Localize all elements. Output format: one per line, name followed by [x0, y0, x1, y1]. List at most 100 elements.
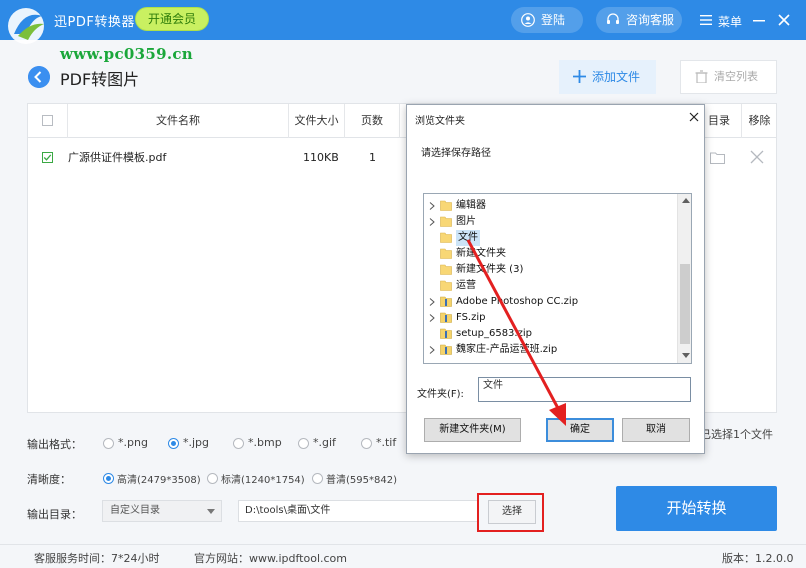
highlight-box [477, 493, 544, 532]
format-radio-tif[interactable] [361, 438, 372, 449]
new-folder-button[interactable]: 新建文件夹(M) [424, 418, 521, 442]
plus-icon [573, 70, 586, 83]
open-folder-icon[interactable] [710, 151, 725, 164]
select-all-checkbox[interactable] [42, 115, 53, 126]
output-dir-select[interactable]: 自定义目录 [102, 500, 222, 522]
row-checkbox[interactable] [42, 152, 53, 163]
zip-folder-icon [440, 296, 452, 307]
format-radio-bmp[interactable] [233, 438, 244, 449]
scroll-thumb[interactable] [680, 264, 690, 344]
tree-scrollbar[interactable] [677, 194, 691, 363]
title-bar: 迅PDF转换器 开通会员 登陆 咨询客服 菜单 [0, 0, 806, 44]
header-size: 文件大小 [289, 104, 345, 138]
tree-item[interactable]: 图片 [424, 214, 676, 230]
output-path-field[interactable]: D:\tools\桌面\文件 [238, 500, 479, 522]
watermark: www.pc0359.cn [60, 45, 193, 63]
app-name: 迅PDF转换器 [54, 15, 135, 30]
tree-item-label: 图片 [456, 216, 476, 227]
trash-icon [695, 70, 708, 83]
tree-item[interactable]: setup_6583.zip [424, 326, 676, 342]
tree-item-label: 运营 [456, 280, 476, 291]
clarity-radio-high[interactable] [103, 473, 114, 484]
row-page-count: 1 [369, 151, 376, 164]
headset-icon [607, 13, 619, 24]
format-option-jpg[interactable]: *.jpg [183, 436, 209, 449]
chevron-right-icon[interactable] [429, 346, 435, 354]
format-option-bmp[interactable]: *.bmp [248, 436, 282, 449]
menu-button[interactable]: 菜单 [700, 13, 742, 30]
format-option-gif[interactable]: *.gif [313, 436, 336, 449]
scroll-down-icon[interactable] [682, 353, 690, 358]
add-file-button[interactable]: 添加文件 [559, 60, 656, 94]
clear-list-button[interactable]: 清空列表 [680, 60, 777, 94]
dialog-close-icon[interactable] [687, 110, 701, 124]
start-convert-button[interactable]: 开始转换 [616, 486, 777, 531]
user-icon [521, 13, 535, 27]
footer: 客服服务时间：7*24小时 官方网站：www.ipdftool.com 版本：1… [0, 544, 806, 568]
header-pages: 页数 [345, 104, 400, 138]
output-dir-mode: 自定义目录 [110, 505, 160, 516]
scroll-up-icon[interactable] [682, 198, 690, 203]
output-dir-label: 输出目录： [27, 508, 82, 521]
format-radio-png[interactable] [103, 438, 114, 449]
row-file-size: 110KB [303, 151, 339, 164]
close-icon[interactable] [775, 11, 793, 29]
ok-button[interactable]: 确定 [546, 418, 614, 442]
row-file-name: 广源供证件模板.pdf [68, 151, 167, 164]
chevron-right-icon[interactable] [429, 298, 435, 306]
tree-item[interactable]: Adobe Photoshop CC.zip [424, 294, 676, 310]
tree-item[interactable]: 新建文件夹 [424, 246, 676, 262]
clarity-option-standard[interactable]: 标清(1240*1754) [221, 471, 305, 486]
chevron-right-icon[interactable] [429, 202, 435, 210]
clarity-radio-normal[interactable] [312, 473, 323, 484]
cancel-button[interactable]: 取消 [622, 418, 690, 442]
app-window: 迅PDF转换器 开通会员 登陆 咨询客服 菜单 www.pc0359.cn PD… [0, 0, 806, 568]
folder-field-label: 文件夹(F): [417, 389, 464, 400]
header-dir: 目录 [708, 114, 730, 127]
selected-count: 已选择1个文件 [700, 428, 773, 441]
footer-version: 版本：1.2.0.0 [722, 552, 794, 565]
clarity-option-normal[interactable]: 普清(595*842) [326, 471, 397, 486]
chevron-right-icon[interactable] [429, 314, 435, 322]
tree-item[interactable]: 编辑器 [424, 198, 676, 214]
zip-folder-icon [440, 344, 452, 355]
back-button[interactable] [28, 66, 50, 88]
service-label: 咨询客服 [626, 13, 675, 27]
tree-item[interactable]: 魏家庄-产品运营班.zip [424, 342, 676, 358]
header-checkbox-cell [28, 104, 68, 138]
format-radio-jpg[interactable] [168, 438, 179, 449]
service-button[interactable]: 咨询客服 [596, 7, 682, 33]
login-label: 登陆 [541, 13, 566, 27]
browse-folder-dialog: 浏览文件夹 请选择保存路径 编辑器 图片 文件 新建文件夹 新建文件夹 (3) 运营 Ado… [406, 104, 705, 454]
tree-item[interactable]: 文件 [424, 230, 676, 246]
folder-icon [440, 264, 452, 275]
tree-item[interactable]: 新建文件夹 (3) [424, 262, 676, 278]
clarity-radio-standard[interactable] [207, 473, 218, 484]
folder-icon [440, 200, 452, 211]
vip-button[interactable]: 开通会员 [135, 7, 209, 31]
tree-item-label: 魏家庄-产品运营班.zip [456, 344, 558, 355]
remove-icon[interactable] [750, 150, 764, 164]
chevron-right-icon[interactable] [429, 218, 435, 226]
dialog-title: 浏览文件夹 [415, 116, 465, 127]
tree-item[interactable]: 运营 [424, 278, 676, 294]
header-name: 文件名称 [68, 104, 289, 138]
tree-item-label: setup_6583.zip [456, 328, 532, 339]
zip-folder-icon [440, 328, 452, 339]
format-option-tif[interactable]: *.tif [376, 436, 396, 449]
clarity-option-high[interactable]: 高清(2479*3508) [117, 471, 201, 486]
format-label: 输出格式： [27, 438, 82, 451]
header-remove: 移除 [741, 104, 777, 138]
login-button[interactable]: 登陆 [511, 7, 583, 33]
dialog-prompt: 请选择保存路径 [421, 148, 491, 159]
menu-icon [700, 15, 712, 25]
tree-item[interactable]: FS.zip [424, 310, 676, 326]
folder-icon [440, 216, 452, 227]
footer-site[interactable]: 官方网站：www.ipdftool.com [194, 550, 347, 566]
folder-tree[interactable]: 编辑器图片文件 新建文件夹新建文件夹 (3) 运营 Adobe Photoshop C… [423, 193, 692, 364]
minimize-icon[interactable] [750, 11, 768, 29]
folder-field-input[interactable]: 文件 [478, 377, 691, 402]
tree-item-label: 新建文件夹 (3) [456, 264, 524, 275]
format-radio-gif[interactable] [298, 438, 309, 449]
format-option-png[interactable]: *.png [118, 436, 148, 449]
